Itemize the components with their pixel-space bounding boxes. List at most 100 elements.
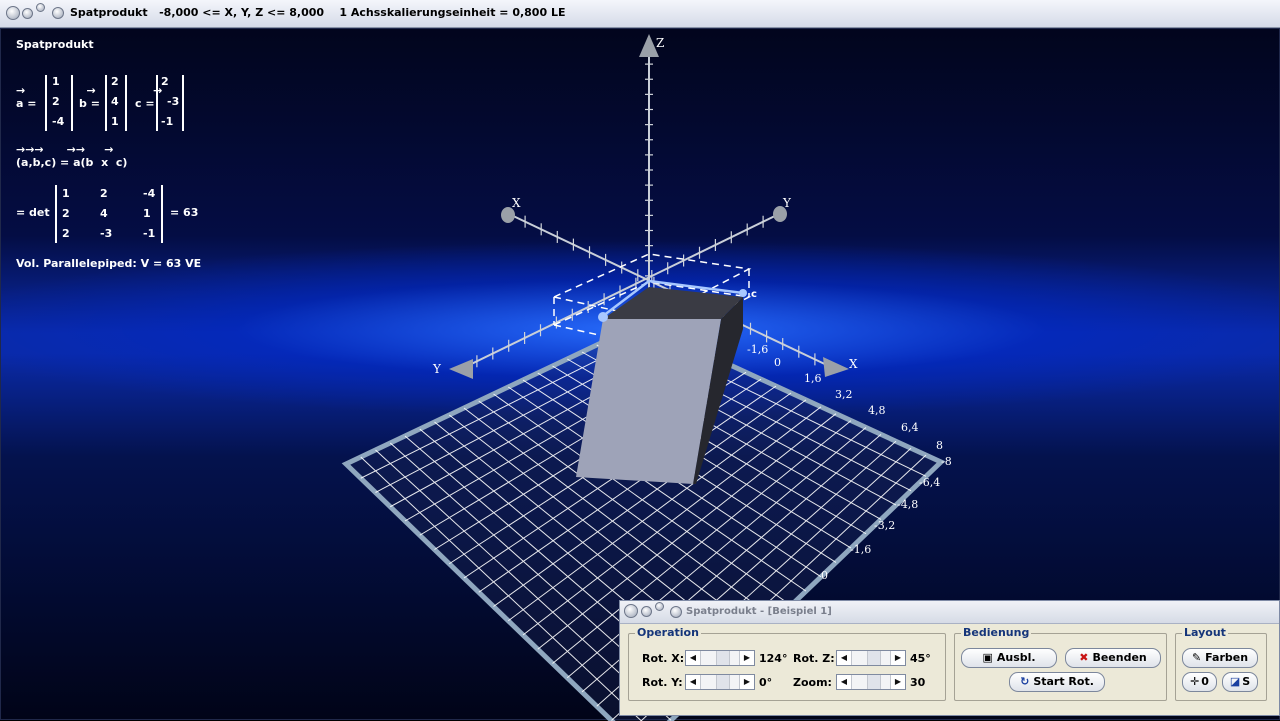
vec-a-3: -4 bbox=[52, 115, 65, 128]
x-tick-label: 0 bbox=[774, 356, 781, 369]
origin-button[interactable]: ✛ 0 bbox=[1182, 672, 1217, 692]
dialog-close-button[interactable] bbox=[624, 604, 638, 618]
volume-text: Vol. Parallelepiped: V = 63 VE bbox=[16, 257, 202, 270]
window-close-button[interactable] bbox=[6, 6, 20, 20]
eraser-icon: ◪ bbox=[1229, 675, 1241, 688]
rot-z-decrease-icon[interactable]: ◀ bbox=[837, 651, 852, 665]
y-tick-label: 0 bbox=[821, 569, 828, 582]
det-cell: 2 bbox=[100, 187, 108, 200]
det-cell: 1 bbox=[62, 187, 70, 200]
rot-y-decrease-icon[interactable]: ◀ bbox=[686, 675, 701, 689]
layout-group: Layout ✎ Farben ✛ 0 ◪ S bbox=[1175, 626, 1267, 701]
det-cell: -4 bbox=[143, 187, 156, 200]
origin-button-label: 0 bbox=[1201, 675, 1209, 688]
rot-x-decrease-icon[interactable]: ◀ bbox=[686, 651, 701, 665]
window-title: Spatprodukt -8,000 <= X, Y, Z <= 8,000 1… bbox=[70, 6, 566, 19]
zoom-label: Zoom: bbox=[793, 676, 832, 689]
window-minimize-button[interactable] bbox=[22, 8, 33, 19]
layout-legend: Layout bbox=[1182, 626, 1228, 639]
rot-x-value: 124° bbox=[759, 652, 788, 665]
rot-y-thumb[interactable] bbox=[716, 675, 730, 689]
det-label: = det bbox=[16, 206, 50, 219]
beenden-button[interactable]: ✖ Beenden bbox=[1065, 648, 1161, 668]
origin-icon: ✛ bbox=[1190, 675, 1200, 688]
det-cell: -1 bbox=[143, 227, 156, 240]
window-menu-icon[interactable] bbox=[52, 7, 64, 19]
vector-c-matrix: 2 -3 -1 bbox=[156, 75, 184, 131]
vec-a-1: 1 bbox=[52, 75, 60, 88]
x-tick-label: -1,6 bbox=[747, 343, 768, 356]
c-label: c = bbox=[135, 97, 155, 110]
operation-legend: Operation bbox=[635, 626, 701, 639]
farben-button-label: Farben bbox=[1205, 651, 1249, 664]
ausbl-button[interactable]: ▣ Ausbl. bbox=[961, 648, 1057, 668]
dialog-minimize-button[interactable] bbox=[641, 606, 652, 617]
y-axis-back-label: Y bbox=[782, 196, 792, 210]
x-tick-label: 1,6 bbox=[804, 372, 822, 385]
zoom-value: 30 bbox=[910, 676, 926, 689]
a-label: a = bbox=[16, 97, 37, 110]
zoom-slider[interactable]: ◀ ▶ bbox=[836, 674, 906, 690]
zoom-thumb[interactable] bbox=[867, 675, 881, 689]
rot-x-label: Rot. X: bbox=[642, 652, 685, 665]
vec-c-3: -1 bbox=[161, 115, 174, 128]
y-axis-arrow-icon bbox=[449, 359, 473, 379]
rot-y-value: 0° bbox=[759, 676, 773, 689]
s-button[interactable]: ◪ S bbox=[1222, 672, 1258, 692]
vector-b-matrix: 2 4 1 bbox=[105, 75, 127, 131]
rot-y-label: Rot. Y: bbox=[642, 676, 683, 689]
window-maximize-button[interactable] bbox=[36, 3, 45, 12]
y-tick-label: -6,4 bbox=[919, 476, 940, 489]
x-tick-label: 4,8 bbox=[868, 404, 886, 417]
zoom-increase-icon[interactable]: ▶ bbox=[890, 675, 905, 689]
start-rot-button[interactable]: ↻ Start Rot. bbox=[1009, 672, 1105, 692]
rotate-icon: ↻ bbox=[1020, 675, 1030, 688]
rot-y-increase-icon[interactable]: ▶ bbox=[739, 675, 754, 689]
dialog-menu-icon[interactable] bbox=[670, 606, 682, 618]
rot-z-value: 45° bbox=[910, 652, 931, 665]
rot-z-label: Rot. Z: bbox=[793, 652, 835, 665]
det-cell: 4 bbox=[100, 207, 108, 220]
y-tick-label: -3,2 bbox=[874, 519, 895, 532]
rot-y-slider[interactable]: ◀ ▶ bbox=[685, 674, 755, 690]
rot-z-increase-icon[interactable]: ▶ bbox=[890, 651, 905, 665]
beenden-button-label: Beenden bbox=[1092, 651, 1147, 664]
dialog-title: Spatprodukt - [Beispiel 1] bbox=[686, 606, 832, 617]
vec-c-1: 2 bbox=[161, 75, 169, 88]
farben-button[interactable]: ✎ Farben bbox=[1182, 648, 1258, 668]
det-cell: -3 bbox=[100, 227, 113, 240]
vector-c-label: c bbox=[751, 289, 757, 300]
z-axis-label: Z bbox=[656, 36, 664, 50]
rot-x-thumb[interactable] bbox=[716, 651, 730, 665]
rot-x-increase-icon[interactable]: ▶ bbox=[739, 651, 754, 665]
y-tick-label: -1,6 bbox=[850, 543, 871, 556]
hide-icon: ▣ bbox=[982, 651, 993, 664]
dialog-maximize-button[interactable] bbox=[655, 602, 664, 611]
formula-arrows: →→→ →→ → bbox=[16, 143, 114, 156]
main-title-bar: Spatprodukt -8,000 <= X, Y, Z <= 8,000 1… bbox=[0, 0, 1280, 28]
dialog-title-bar[interactable]: Spatprodukt - [Beispiel 1] bbox=[620, 601, 1279, 624]
vec-b-3: 1 bbox=[111, 115, 119, 128]
b-label: b = bbox=[79, 97, 100, 110]
vec-b-1: 2 bbox=[111, 75, 119, 88]
y-tick-label: -4,8 bbox=[897, 498, 918, 511]
control-dialog: Spatprodukt - [Beispiel 1] Operation Rot… bbox=[619, 600, 1280, 716]
s-button-label: S bbox=[1242, 675, 1251, 688]
x-tick-label: 6,4 bbox=[901, 421, 919, 434]
rot-z-slider[interactable]: ◀ ▶ bbox=[836, 650, 906, 666]
x-axis-arrow-icon bbox=[823, 357, 849, 377]
info-heading: Spatprodukt bbox=[16, 38, 94, 51]
det-cell: 1 bbox=[143, 207, 151, 220]
bedienung-legend: Bedienung bbox=[961, 626, 1032, 639]
x-tick-label: 8 bbox=[936, 439, 943, 452]
vector-arrows: → → → bbox=[16, 84, 163, 97]
x-axis-front-label: X bbox=[849, 357, 858, 371]
y-tick-label: -8 bbox=[941, 455, 952, 468]
rot-z-thumb[interactable] bbox=[867, 651, 881, 665]
zoom-decrease-icon[interactable]: ◀ bbox=[837, 675, 852, 689]
vec-c-2: -3 bbox=[167, 95, 180, 108]
operation-group: Operation Rot. X: ◀ ▶ 124° Rot. Z: ◀ ▶ 4… bbox=[628, 626, 946, 701]
vector-a-matrix: 1 2 -4 bbox=[45, 75, 73, 131]
rot-x-slider[interactable]: ◀ ▶ bbox=[685, 650, 755, 666]
ausbl-button-label: Ausbl. bbox=[996, 651, 1036, 664]
